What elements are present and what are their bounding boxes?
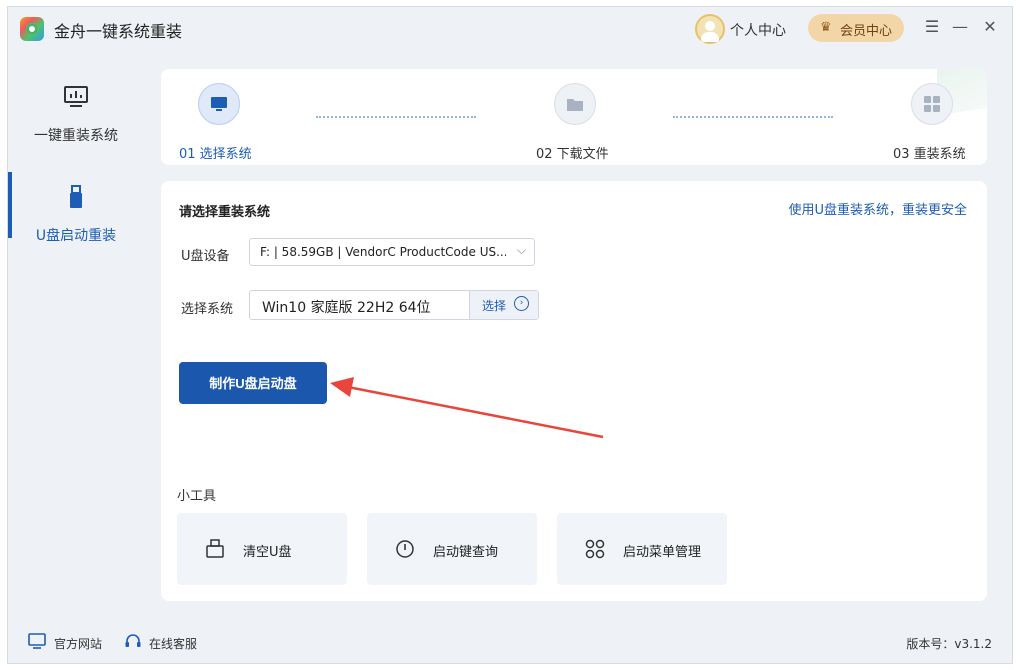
step-3-indicator xyxy=(911,83,953,125)
website-icon xyxy=(28,633,46,649)
step-2-label: 02 下载文件 xyxy=(536,147,609,162)
vip-center-button[interactable]: ♛ 会员中心 xyxy=(808,14,904,42)
version-label: 版本号：v3.1.2 xyxy=(906,637,992,651)
avatar[interactable] xyxy=(695,14,725,44)
step-connector xyxy=(316,116,476,118)
system-value: Win10 家庭版 22H2 64位 xyxy=(262,300,431,316)
usb-clear-icon xyxy=(206,539,224,558)
usb-drive-icon xyxy=(70,185,82,208)
usb-device-label: U盘设备 xyxy=(181,249,230,264)
close-icon[interactable]: ✕ xyxy=(980,17,1000,37)
headset-icon xyxy=(125,634,141,647)
vip-center-label: 会员中心 xyxy=(840,24,893,39)
choose-system-button[interactable]: 选择 › xyxy=(469,291,538,319)
make-usb-boot-button[interactable]: 制作U盘启动盘 xyxy=(179,362,327,404)
step-2-indicator xyxy=(554,83,596,125)
menu-icon[interactable]: ☰ xyxy=(922,17,942,37)
sidebar-item-label: U盘启动重装 xyxy=(35,228,117,244)
crown-icon: ♛ xyxy=(820,20,832,35)
title-bar: 金舟一键系统重装 个人中心 ♛ 会员中心 ☰ — ✕ xyxy=(8,7,1012,55)
system-label: 选择系统 xyxy=(181,302,234,317)
tool-label: 启动键查询 xyxy=(433,545,499,560)
folder-icon xyxy=(567,99,583,111)
tool-label: 清空U盘 xyxy=(243,545,292,560)
grid-icon xyxy=(924,96,940,112)
app-window: 金舟一键系统重装 个人中心 ♛ 会员中心 ☰ — ✕ 一键重装系统 U盘启动重装… xyxy=(7,6,1013,664)
sidebar-item-label: 一键重装系统 xyxy=(34,128,118,144)
main-panel: 请选择重装系统 使用U盘重装系统，重装更安全 U盘设备 F: | 58.59GB… xyxy=(161,181,987,601)
step-3-label: 03 重装系统 xyxy=(893,147,966,162)
personal-center-link[interactable]: 个人中心 xyxy=(730,20,786,40)
menu-grid-icon xyxy=(585,539,605,559)
minimize-icon[interactable]: — xyxy=(950,17,970,37)
power-icon xyxy=(396,540,414,558)
usb-device-value: F: | 58.59GB | VendorC ProductCode US... xyxy=(260,245,506,259)
system-field: Win10 家庭版 22H2 64位 选择 › xyxy=(249,290,539,320)
online-support-link[interactable]: 在线客服 xyxy=(149,635,197,652)
usb-device-select[interactable]: F: | 58.59GB | VendorC ProductCode US...… xyxy=(249,238,535,266)
app-title: 金舟一键系统重装 xyxy=(54,22,183,41)
sidebar-item-usb-reinstall[interactable]: U盘启动重装 xyxy=(8,167,158,244)
step-connector xyxy=(673,116,833,118)
choose-label: 选择 xyxy=(482,299,507,313)
tool-label: 启动菜单管理 xyxy=(623,545,702,560)
tool-boot-key-lookup[interactable]: 启动键查询 xyxy=(367,513,537,585)
monitor-chart-icon xyxy=(64,86,88,107)
app-logo-icon xyxy=(20,17,44,41)
tool-boot-menu-manager[interactable]: 启动菜单管理 xyxy=(557,513,727,585)
official-website-link[interactable]: 官方网站 xyxy=(54,635,102,652)
step-progress-panel: 01 选择系统 02 下载文件 03 重装系统 xyxy=(161,69,987,165)
usb-reinstall-hint-link[interactable]: 使用U盘重装系统，重装更安全 xyxy=(788,199,967,218)
chevron-down-icon: ⌵ xyxy=(516,243,526,257)
monitor-icon xyxy=(211,97,227,111)
chevron-right-icon: › xyxy=(514,296,529,311)
tools-title: 小工具 xyxy=(177,489,217,504)
section-title: 请选择重装系统 xyxy=(179,205,271,220)
sidebar-item-one-click-reinstall[interactable]: 一键重装系统 xyxy=(8,67,158,144)
annotation-arrow xyxy=(330,377,604,439)
step-1-label: 01 选择系统 xyxy=(179,147,252,162)
tool-clear-usb[interactable]: 清空U盘 xyxy=(177,513,347,585)
step-1-indicator xyxy=(198,83,240,125)
